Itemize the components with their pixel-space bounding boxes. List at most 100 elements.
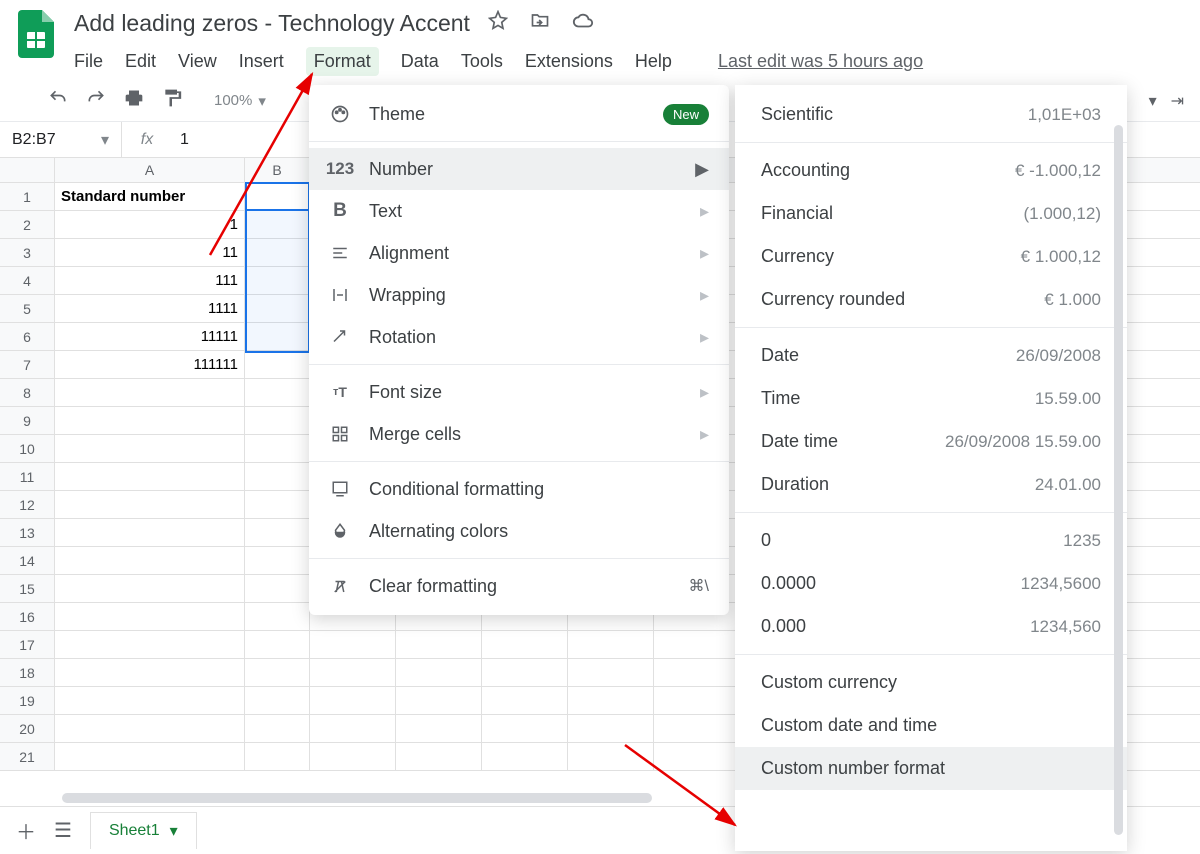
row-header[interactable]: 11 xyxy=(0,463,55,490)
toolbar-overflow-icon[interactable]: ⇥ xyxy=(1171,91,1184,111)
menu-help[interactable]: Help xyxy=(635,51,672,72)
menu-edit[interactable]: Edit xyxy=(125,51,156,72)
numfmt-000[interactable]: 0.0001234,560 xyxy=(735,605,1127,648)
cell[interactable] xyxy=(482,687,568,714)
cell[interactable] xyxy=(310,715,396,742)
numfmt-0000[interactable]: 0.00001234,5600 xyxy=(735,562,1127,605)
cell[interactable] xyxy=(654,687,740,714)
row-header[interactable]: 8 xyxy=(0,379,55,406)
cell[interactable] xyxy=(245,211,310,238)
cell[interactable]: Number xyxy=(245,183,310,210)
all-sheets-icon[interactable]: ☰ xyxy=(54,818,72,843)
cell[interactable]: 1111 xyxy=(55,295,245,322)
print-icon[interactable] xyxy=(124,88,144,113)
numfmt-scientific[interactable]: Scientific1,01E+03 xyxy=(735,93,1127,136)
row-header[interactable]: 16 xyxy=(0,603,55,630)
menu-format[interactable]: Format xyxy=(306,47,379,76)
row-header[interactable]: 17 xyxy=(0,631,55,658)
numfmt-accounting[interactable]: Accounting€ -1.000,12 xyxy=(735,149,1127,192)
numfmt-financial[interactable]: Financial(1.000,12) xyxy=(735,192,1127,235)
cell[interactable] xyxy=(568,631,654,658)
cell[interactable] xyxy=(245,659,310,686)
cell[interactable] xyxy=(245,463,310,490)
cell[interactable] xyxy=(245,491,310,518)
cell[interactable] xyxy=(482,631,568,658)
cell[interactable] xyxy=(55,379,245,406)
format-number[interactable]: 123 Number ▶ xyxy=(309,148,729,190)
row-header[interactable]: 14 xyxy=(0,547,55,574)
row-header[interactable]: 21 xyxy=(0,743,55,770)
numfmt-duration[interactable]: Duration24.01.00 xyxy=(735,463,1127,506)
cell[interactable] xyxy=(245,575,310,602)
cell[interactable] xyxy=(568,659,654,686)
cell[interactable] xyxy=(245,519,310,546)
last-edit-link[interactable]: Last edit was 5 hours ago xyxy=(718,51,923,72)
select-all-cell[interactable] xyxy=(0,158,55,182)
cell[interactable] xyxy=(310,631,396,658)
cell[interactable] xyxy=(654,659,740,686)
menu-view[interactable]: View xyxy=(178,51,217,72)
menu-extensions[interactable]: Extensions xyxy=(525,51,613,72)
cell[interactable] xyxy=(396,659,482,686)
row-header[interactable]: 12 xyxy=(0,491,55,518)
cell[interactable] xyxy=(396,687,482,714)
cell[interactable] xyxy=(245,407,310,434)
row-header[interactable]: 2 xyxy=(0,211,55,238)
menu-insert[interactable]: Insert xyxy=(239,51,284,72)
cell[interactable] xyxy=(55,491,245,518)
row-header[interactable]: 7 xyxy=(0,351,55,378)
submenu-scrollbar[interactable] xyxy=(1114,125,1123,835)
format-text[interactable]: B Text ▸ xyxy=(309,190,729,232)
row-header[interactable]: 18 xyxy=(0,659,55,686)
cell[interactable] xyxy=(568,715,654,742)
paint-format-icon[interactable] xyxy=(162,88,182,113)
cell[interactable] xyxy=(396,743,482,770)
cell[interactable] xyxy=(245,631,310,658)
star-icon[interactable] xyxy=(488,10,508,37)
sheet-tab[interactable]: Sheet1 ▾ xyxy=(90,812,197,849)
row-header[interactable]: 5 xyxy=(0,295,55,322)
numfmt-0[interactable]: 01235 xyxy=(735,519,1127,562)
cell[interactable] xyxy=(482,659,568,686)
format-alternating[interactable]: Alternating colors xyxy=(309,510,729,552)
cell[interactable] xyxy=(55,687,245,714)
cell[interactable] xyxy=(245,351,310,378)
cell[interactable] xyxy=(55,631,245,658)
row-header[interactable]: 6 xyxy=(0,323,55,350)
cell[interactable] xyxy=(245,239,310,266)
cell[interactable] xyxy=(310,743,396,770)
cell[interactable]: 1 xyxy=(55,211,245,238)
row-header[interactable]: 13 xyxy=(0,519,55,546)
cloud-status-icon[interactable] xyxy=(572,10,594,37)
cell[interactable] xyxy=(568,743,654,770)
cell[interactable] xyxy=(55,659,245,686)
cell[interactable]: 111 xyxy=(55,267,245,294)
cell[interactable] xyxy=(245,603,310,630)
cell[interactable] xyxy=(396,715,482,742)
col-header-a[interactable]: A xyxy=(55,158,245,182)
cell[interactable] xyxy=(55,547,245,574)
cell[interactable]: 11 xyxy=(55,239,245,266)
zoom-selector[interactable]: 100% ▾ xyxy=(200,92,280,110)
toolbar-more-icon[interactable]: ▾ xyxy=(1149,91,1157,111)
redo-icon[interactable] xyxy=(86,88,106,113)
format-merge-cells[interactable]: Merge cells ▸ xyxy=(309,413,729,455)
cell[interactable] xyxy=(654,743,740,770)
numfmt-currency[interactable]: Currency€ 1.000,12 xyxy=(735,235,1127,278)
cell[interactable] xyxy=(55,407,245,434)
row-header[interactable]: 4 xyxy=(0,267,55,294)
numfmt-date[interactable]: Date26/09/2008 xyxy=(735,334,1127,377)
cell[interactable] xyxy=(245,743,310,770)
cell[interactable] xyxy=(245,379,310,406)
sheets-logo[interactable] xyxy=(16,10,56,58)
cell[interactable] xyxy=(55,575,245,602)
format-rotation[interactable]: Rotation ▸ xyxy=(309,316,729,358)
cell[interactable] xyxy=(55,715,245,742)
cell[interactable]: 111111 xyxy=(55,351,245,378)
row-header[interactable]: 1 xyxy=(0,183,55,210)
name-box[interactable]: B2:B7▾ xyxy=(0,122,122,157)
numfmt-currency-rounded[interactable]: Currency rounded€ 1.000 xyxy=(735,278,1127,321)
cell[interactable]: 11111 xyxy=(55,323,245,350)
format-font-size[interactable]: тT Font size ▸ xyxy=(309,371,729,413)
row-header[interactable]: 15 xyxy=(0,575,55,602)
